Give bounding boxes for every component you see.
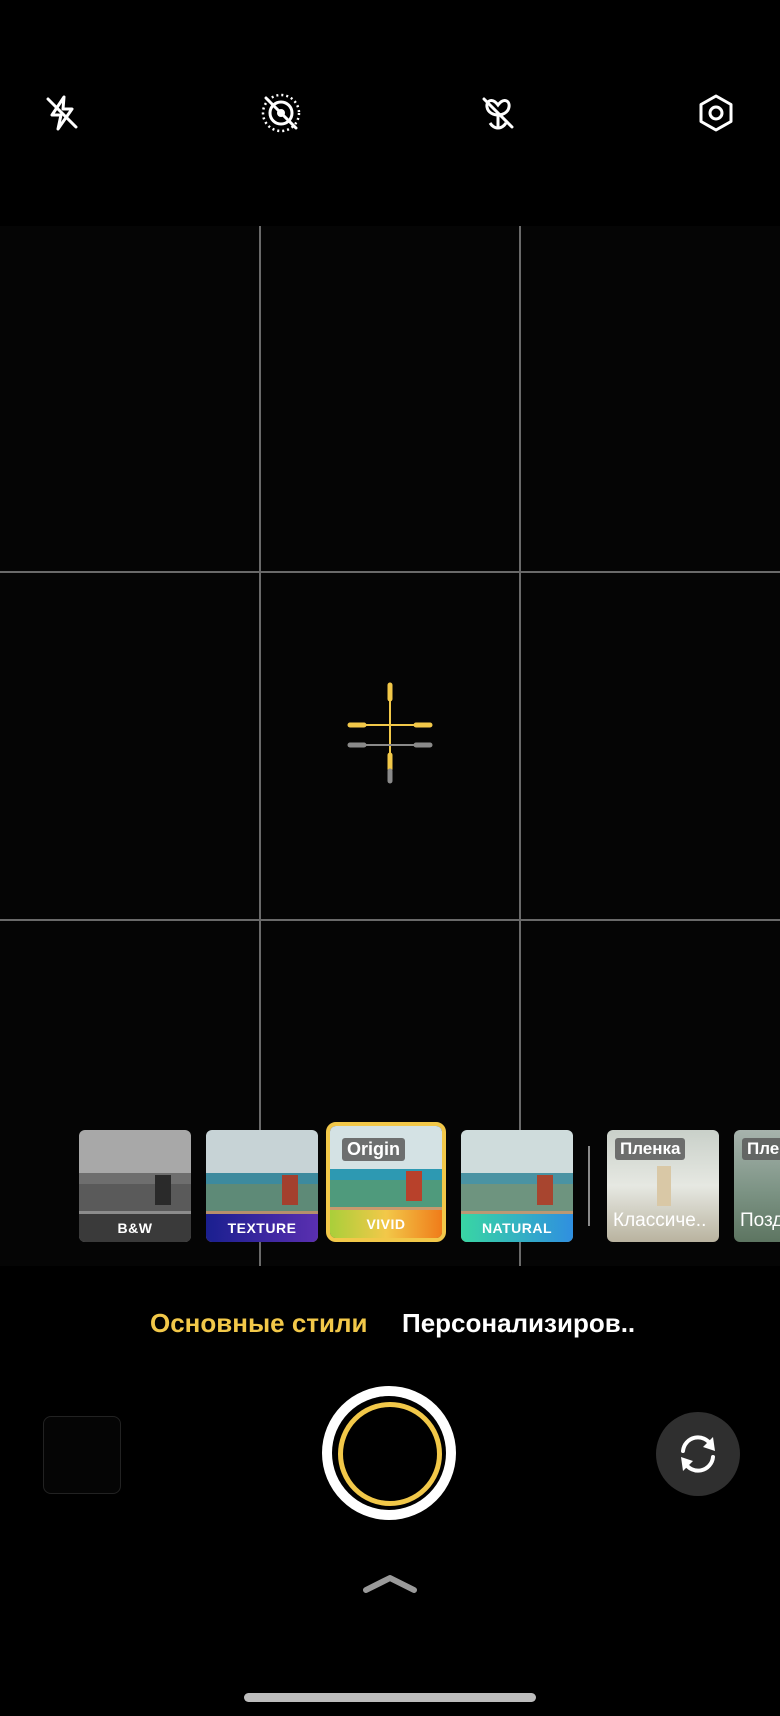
chevron-up-icon[interactable]: [360, 1570, 420, 1594]
filter-bw[interactable]: B&W: [79, 1130, 191, 1242]
filter-caption: Классиче..: [613, 1210, 707, 1231]
thumbnail-figure: [657, 1166, 671, 1206]
shutter-ring: [338, 1402, 442, 1506]
filter-style-strip[interactable]: B&W TEXTURE Origin VIVID NATURAL Пленка …: [0, 1122, 780, 1253]
camera-viewfinder[interactable]: [0, 226, 780, 1266]
grid-line: [519, 226, 521, 1266]
filter-film-late[interactable]: Пле Позд: [734, 1130, 780, 1242]
settings-icon[interactable]: [691, 88, 741, 138]
crosshair-level-icon: [340, 681, 440, 796]
filter-label: VIVID: [330, 1210, 442, 1238]
gallery-thumbnail[interactable]: [43, 1416, 121, 1494]
filter-divider: [588, 1146, 590, 1226]
thumbnail-figure: [155, 1174, 171, 1205]
live-photo-off-icon[interactable]: [256, 88, 306, 138]
thumbnail-figure: [537, 1174, 553, 1205]
top-bar: [0, 60, 780, 170]
filter-vivid[interactable]: Origin VIVID: [326, 1122, 446, 1242]
filter-film-classic[interactable]: Пленка Классиче..: [607, 1130, 719, 1242]
filter-caption: Позд: [740, 1210, 780, 1231]
filter-natural[interactable]: NATURAL: [461, 1130, 573, 1242]
switch-camera-button[interactable]: [656, 1412, 740, 1496]
flash-off-icon[interactable]: [37, 88, 87, 138]
tab-basic-styles[interactable]: Основные стили: [150, 1308, 368, 1339]
thumbnail-figure: [282, 1174, 298, 1205]
filter-label: TEXTURE: [206, 1214, 318, 1242]
grid-line: [0, 571, 780, 573]
grid-line: [259, 226, 261, 1266]
filter-tag: Origin: [342, 1138, 405, 1161]
filter-label: B&W: [79, 1214, 191, 1242]
filter-tag: Пленка: [615, 1138, 686, 1160]
macro-off-icon[interactable]: [473, 88, 523, 138]
switch-camera-icon: [681, 1435, 715, 1473]
shutter-button[interactable]: [322, 1386, 456, 1520]
home-indicator[interactable]: [244, 1693, 536, 1702]
filter-label: NATURAL: [461, 1214, 573, 1242]
filter-tag: Пле: [742, 1138, 780, 1160]
tab-personalized[interactable]: Персонализиров..: [402, 1308, 635, 1339]
thumbnail-figure: [406, 1170, 422, 1201]
grid-line: [0, 919, 780, 921]
style-tabs: Основные стили Персонализиров..: [0, 1308, 780, 1348]
filter-texture[interactable]: TEXTURE: [206, 1130, 318, 1242]
